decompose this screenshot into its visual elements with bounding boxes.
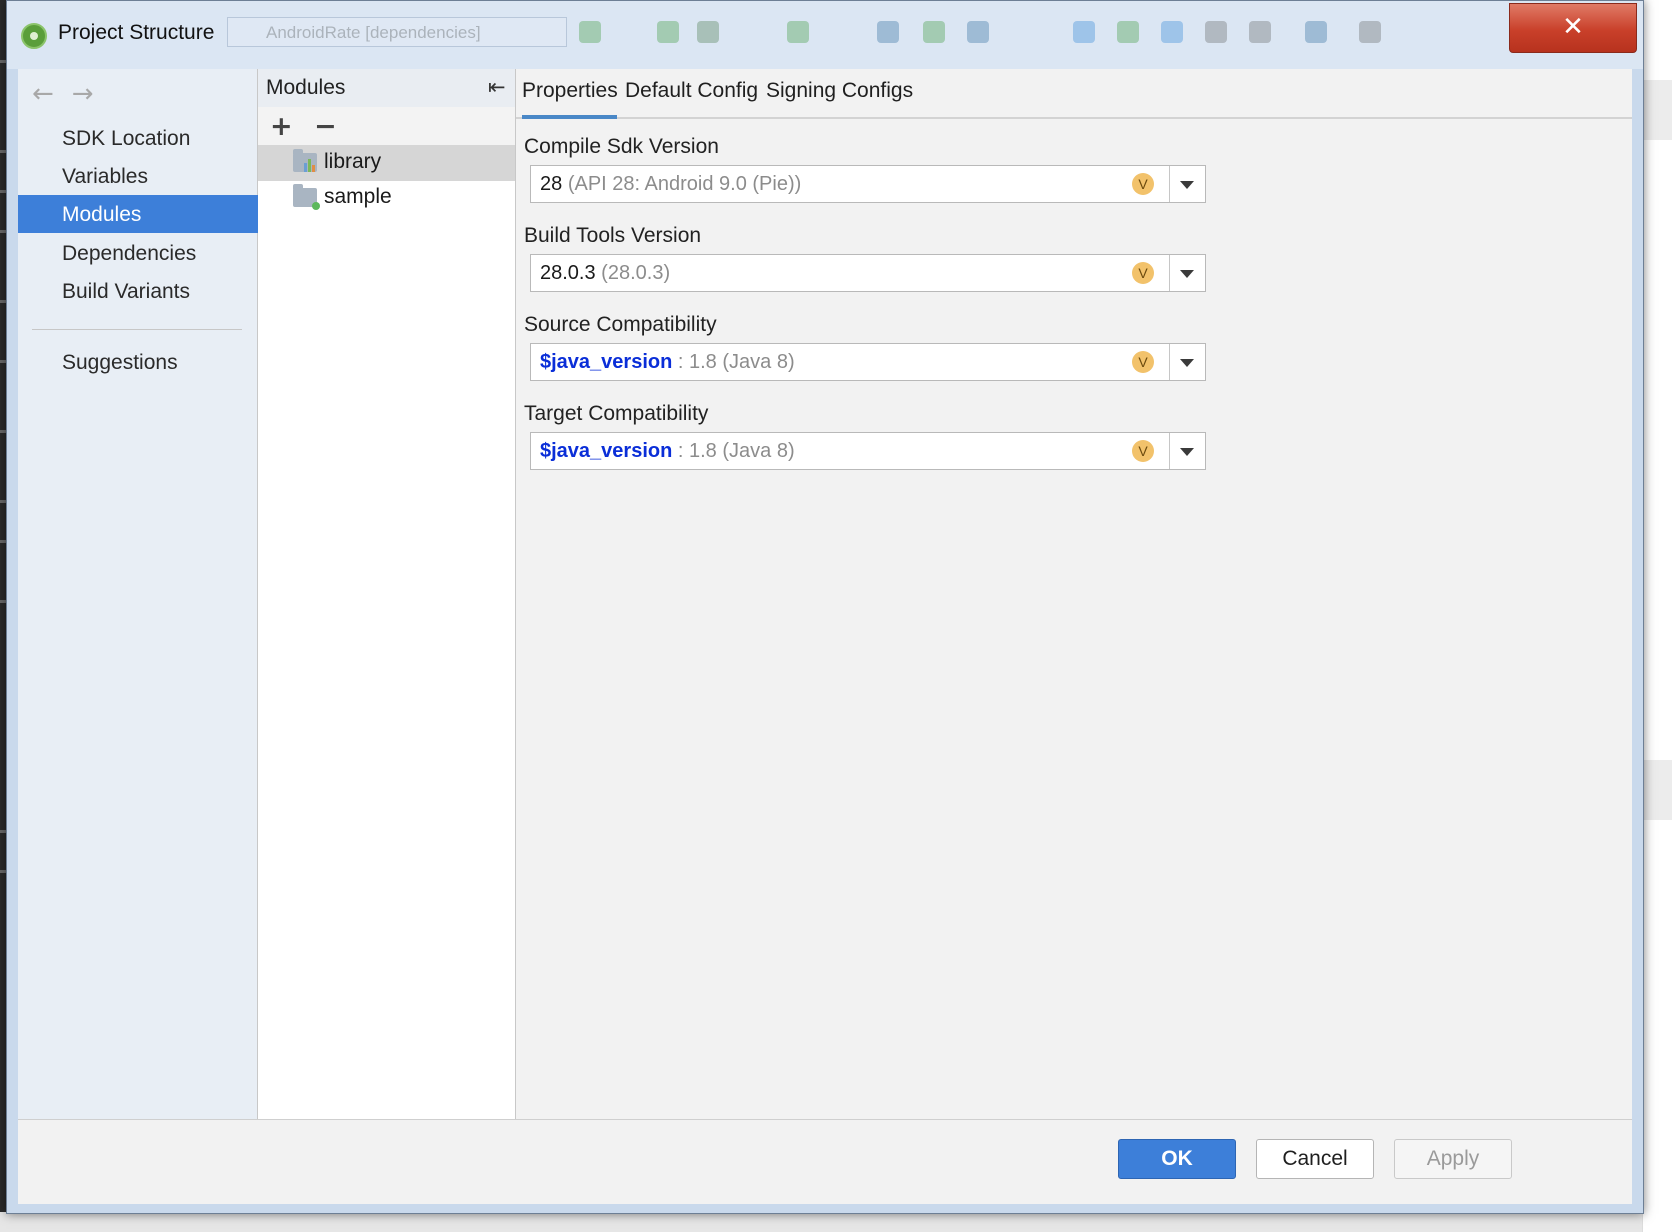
nav-item-sdk-location[interactable]: SDK Location bbox=[18, 119, 258, 159]
module-name: library bbox=[324, 150, 382, 173]
module-row-library[interactable]: library bbox=[258, 145, 515, 181]
collapse-panel-icon[interactable]: ⇤ bbox=[488, 75, 506, 99]
combo-value: $java_version : 1.8 (Java 8) bbox=[540, 351, 795, 374]
apply-button[interactable]: Apply bbox=[1394, 1139, 1512, 1179]
target-compat-combo[interactable]: $java_version : 1.8 (Java 8) V bbox=[530, 432, 1206, 470]
dropdown-arrow-icon[interactable] bbox=[1169, 255, 1205, 291]
vcs-update-icon bbox=[1073, 21, 1095, 43]
android-studio-icon bbox=[21, 23, 47, 49]
build-tools-combo[interactable]: 28.0.3 (28.0.3) V bbox=[530, 254, 1206, 292]
module-settings: Properties Default Config Signing Config… bbox=[516, 69, 1632, 1119]
module-row-sample[interactable]: sample bbox=[258, 180, 515, 216]
combo-value: 28 (API 28: Android 9.0 (Pie)) bbox=[540, 173, 801, 196]
source-compat-hint: : 1.8 (Java 8) bbox=[677, 351, 795, 373]
nav-item-modules[interactable]: Modules bbox=[18, 195, 258, 233]
build-tools-label: Build Tools Version bbox=[524, 224, 702, 247]
app-module-icon bbox=[293, 184, 320, 210]
dialog-title: Project Structure bbox=[58, 21, 215, 44]
cancel-button[interactable]: Cancel bbox=[1256, 1139, 1374, 1179]
build-tools-hint: (28.0.3) bbox=[601, 262, 671, 284]
build-icon bbox=[787, 21, 809, 43]
compile-sdk-hint: (API 28: Android 9.0 (Pie)) bbox=[567, 173, 802, 195]
background-status-bar bbox=[0, 1212, 1642, 1232]
project-structure-dialog: Project Structure AndroidRate [dependenc… bbox=[6, 0, 1644, 1214]
run-config-combo: AndroidRate [dependencies] bbox=[227, 17, 567, 47]
tab-bar: Properties Default Config Signing Config… bbox=[516, 69, 1632, 119]
tab-default-config[interactable]: Default Config bbox=[625, 79, 758, 119]
profile-icon bbox=[697, 21, 719, 43]
revert-icon bbox=[1249, 21, 1271, 43]
module-name: sample bbox=[324, 185, 392, 208]
target-compat-variable: $java_version bbox=[540, 440, 673, 462]
variable-badge-icon[interactable]: V bbox=[1132, 173, 1154, 195]
dialog-footer: OK Cancel Apply bbox=[18, 1119, 1632, 1204]
category-nav: ← → SDK Location Variables Modules Depend… bbox=[18, 69, 258, 1119]
nav-item-dependencies[interactable]: Dependencies bbox=[18, 234, 258, 274]
variable-badge-icon[interactable]: V bbox=[1132, 262, 1154, 284]
vcs-push-icon bbox=[1161, 21, 1183, 43]
target-compat-hint: : 1.8 (Java 8) bbox=[677, 440, 795, 462]
history-icon bbox=[1205, 21, 1227, 43]
vcs-commit-icon bbox=[1117, 21, 1139, 43]
dropdown-arrow-icon[interactable] bbox=[1169, 433, 1205, 469]
forward-arrow-icon[interactable]: → bbox=[72, 79, 94, 109]
variable-badge-icon[interactable]: V bbox=[1132, 351, 1154, 373]
variable-badge-icon[interactable]: V bbox=[1132, 440, 1154, 462]
nav-item-suggestions[interactable]: Suggestions bbox=[18, 343, 258, 383]
debug-icon bbox=[657, 21, 679, 43]
dropdown-arrow-icon[interactable] bbox=[1169, 344, 1205, 380]
ok-button[interactable]: OK bbox=[1118, 1139, 1236, 1179]
source-compat-label: Source Compatibility bbox=[524, 313, 717, 336]
library-module-icon bbox=[293, 149, 317, 172]
title-bar: Project Structure AndroidRate [dependenc… bbox=[7, 1, 1643, 69]
compile-sdk-value: 28 bbox=[540, 173, 563, 195]
nav-item-build-variants[interactable]: Build Variants bbox=[18, 272, 258, 312]
build-tools-value: 28.0.3 bbox=[540, 262, 596, 284]
back-arrow-icon[interactable]: ← bbox=[32, 79, 54, 109]
target-compat-label: Target Compatibility bbox=[524, 402, 709, 425]
nav-divider bbox=[32, 329, 242, 330]
add-module-icon[interactable]: + bbox=[270, 111, 293, 142]
modules-panel: Modules ⇤ + − library sample bbox=[258, 69, 516, 1119]
tab-properties[interactable]: Properties bbox=[522, 79, 618, 119]
modules-header: Modules ⇤ bbox=[258, 69, 515, 108]
sdk-icon bbox=[967, 21, 989, 43]
tab-signing-configs[interactable]: Signing Configs bbox=[766, 79, 913, 119]
source-compat-combo[interactable]: $java_version : 1.8 (Java 8) V bbox=[530, 343, 1206, 381]
combo-value: 28.0.3 (28.0.3) bbox=[540, 262, 670, 285]
compile-sdk-label: Compile Sdk Version bbox=[524, 135, 719, 158]
history-arrows: ← → bbox=[32, 79, 112, 109]
search-icon bbox=[1359, 21, 1381, 43]
background-toolbar: AndroidRate [dependencies] bbox=[227, 15, 1497, 51]
combo-value: $java_version : 1.8 (Java 8) bbox=[540, 440, 795, 463]
avd-icon bbox=[923, 21, 945, 43]
project-view-icon bbox=[1305, 21, 1327, 43]
background-code-pane bbox=[1642, 0, 1672, 1232]
dialog-body: ← → SDK Location Variables Modules Depend… bbox=[18, 69, 1632, 1204]
remove-module-icon[interactable]: − bbox=[314, 111, 337, 142]
modules-header-label: Modules bbox=[266, 76, 346, 99]
nav-item-variables[interactable]: Variables bbox=[18, 157, 258, 197]
dropdown-arrow-icon[interactable] bbox=[1169, 166, 1205, 202]
source-compat-variable: $java_version bbox=[540, 351, 673, 373]
close-button[interactable]: ✕ bbox=[1509, 3, 1637, 53]
sync-icon bbox=[877, 21, 899, 43]
run-icon bbox=[579, 21, 601, 43]
modules-toolbar: + − bbox=[258, 107, 515, 149]
compile-sdk-combo[interactable]: 28 (API 28: Android 9.0 (Pie)) V bbox=[530, 165, 1206, 203]
